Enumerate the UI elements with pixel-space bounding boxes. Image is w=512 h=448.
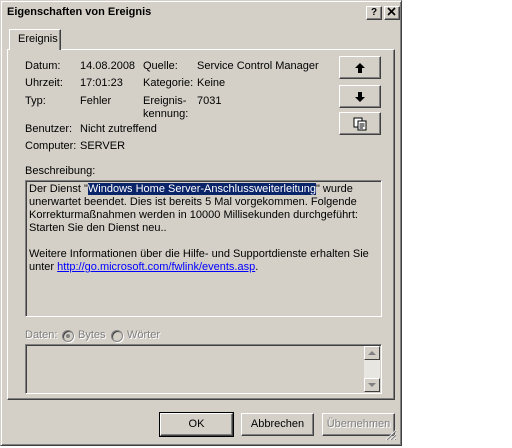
next-event-button[interactable]	[339, 85, 381, 108]
description-line-4: Starten Sie den Dienst neu..	[29, 222, 167, 234]
resize-grip-icon[interactable]	[385, 429, 397, 441]
benutzer-label: Benutzer:	[25, 123, 73, 135]
arrow-up-icon	[355, 62, 365, 73]
words-radio[interactable]	[111, 330, 123, 342]
scroll-down-icon	[368, 383, 376, 387]
bytes-radio-label: Bytes	[78, 329, 106, 341]
ereignis-label-line2: kennung:	[143, 108, 189, 120]
description-line-1: Der Dienst "Windows Home Server-Anschlus…	[29, 183, 378, 196]
cancel-button[interactable]: Abbrechen	[241, 413, 314, 436]
datum-label: Datum:	[25, 60, 61, 72]
description-text: unter	[29, 261, 58, 273]
title-bar[interactable]: Eigenschaften von Ereignis ?	[4, 4, 400, 22]
tab-ereignis[interactable]: Ereignis	[9, 29, 61, 50]
quelle-label: Quelle:	[143, 60, 178, 72]
copy-icon	[353, 117, 367, 130]
datum-value: 14.08.2008	[80, 60, 136, 72]
close-icon	[387, 7, 396, 16]
event-properties-dialog: Eigenschaften von Ereignis ? Ereignis Da…	[0, 0, 402, 446]
typ-label: Typ:	[25, 95, 46, 107]
computer-label: Computer:	[25, 140, 77, 152]
description-line-2: unerwartet beendet. Dies ist bereits 5 M…	[29, 196, 357, 208]
copy-button[interactable]	[339, 112, 381, 135]
kategorie-label: Kategorie:	[143, 77, 194, 89]
ereignis-label-line1: Ereignis-	[143, 95, 187, 107]
uhrzeit-label: Uhrzeit:	[25, 77, 63, 89]
description-textbox[interactable]: Der Dienst "Windows Home Server-Anschlus…	[25, 180, 382, 317]
scroll-up-button[interactable]	[364, 346, 380, 360]
scroll-down-button[interactable]	[364, 378, 380, 392]
data-scrollbar[interactable]	[364, 346, 380, 392]
quelle-value: Service Control Manager	[197, 60, 319, 72]
description-line-6: unter http://go.microsoft.com/fwlink/eve…	[29, 261, 378, 274]
ok-button[interactable]: OK	[159, 412, 234, 437]
description-text: " wurde	[315, 183, 353, 195]
description-label: Beschreibung:	[25, 165, 96, 177]
ereignis-value: 7031	[197, 95, 222, 107]
description-line-3: Korrekturmaßnahmen werden in 10000 Milli…	[29, 209, 358, 221]
data-textbox[interactable]	[25, 344, 382, 394]
previous-event-button[interactable]	[339, 56, 381, 79]
window-title: Eigenschaften von Ereignis	[7, 6, 152, 18]
typ-value: Fehler	[80, 95, 112, 107]
description-text: .	[255, 261, 259, 273]
selected-text: Windows Home Server-Anschlussweiterleitu…	[87, 183, 316, 195]
uhrzeit-value: 17:01:23	[80, 77, 123, 89]
description-line-5: Weitere Informationen über die Hilfe- un…	[29, 248, 369, 260]
bytes-radio[interactable]	[62, 330, 74, 342]
help-button[interactable]: ?	[366, 6, 382, 20]
scroll-up-icon	[368, 351, 376, 355]
data-label: Daten:	[25, 329, 58, 341]
benutzer-value: Nicht zutreffend	[80, 123, 157, 135]
tab-ereignis-label: Ereignis	[18, 33, 58, 45]
words-radio-label: Wörter	[127, 329, 160, 341]
computer-value: SERVER	[80, 140, 126, 152]
close-button[interactable]	[384, 6, 400, 20]
kategorie-value: Keine	[197, 77, 226, 89]
arrow-down-icon	[355, 91, 365, 102]
description-text: Der Dienst "	[29, 183, 88, 195]
help-link[interactable]: http://go.microsoft.com/fwlink/events.as…	[57, 261, 255, 273]
